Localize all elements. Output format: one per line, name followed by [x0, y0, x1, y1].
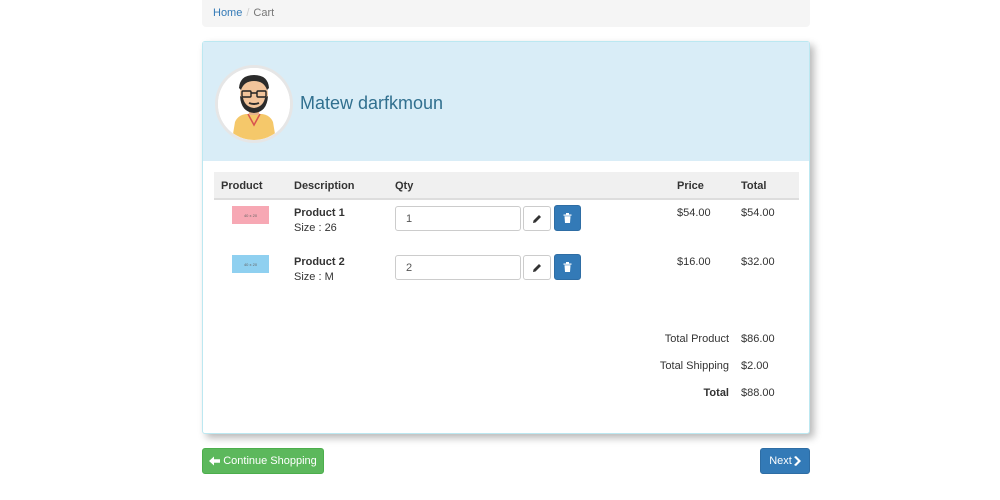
header-qty: Qty [395, 180, 414, 192]
total-label: Total [703, 387, 729, 399]
total-value: $88.00 [741, 387, 775, 399]
next-label: Next [769, 455, 792, 467]
product-thumbnail: 40 x 20 [232, 206, 269, 224]
avatar [215, 65, 293, 143]
header-total: Total [741, 180, 767, 192]
cart-table: Product Description Qty Price Total 40 x… [214, 172, 799, 298]
breadcrumb-separator: / [246, 7, 250, 19]
table-row: 40 x 20 Product 2 Size : M $16.00 $32.00 [214, 249, 799, 298]
header-product: Product [221, 180, 263, 192]
header-description: Description [294, 180, 355, 192]
cart-panel: Matew darfkmoun Product Description Qty … [202, 41, 810, 434]
trash-icon [563, 262, 572, 272]
pencil-icon [533, 214, 541, 223]
delete-button[interactable] [554, 205, 581, 231]
product-name: Product 2 [294, 256, 345, 268]
continue-shopping-button[interactable]: Continue Shopping [202, 448, 324, 474]
product-total: $32.00 [741, 256, 775, 268]
product-total: $54.00 [741, 207, 775, 219]
total-shipping-label: Total Shipping [659, 360, 729, 372]
product-price: $16.00 [677, 256, 711, 268]
total-product-label: Total Product [664, 333, 729, 345]
breadcrumb-home-link[interactable]: Home [213, 7, 242, 19]
header-price: Price [677, 180, 704, 192]
continue-shopping-label: Continue Shopping [223, 455, 317, 467]
table-row: 40 x 20 Product 1 Size : 26 $54.00 $54.0… [214, 200, 799, 249]
delete-button[interactable] [554, 254, 581, 280]
edit-button[interactable] [523, 255, 551, 280]
total-product-value: $86.00 [741, 333, 775, 345]
pencil-icon [533, 263, 541, 272]
user-header: Matew darfkmoun [203, 42, 809, 161]
total-shipping-value: $2.00 [741, 360, 769, 372]
breadcrumb-current: Cart [253, 7, 275, 19]
chevron-right-icon [793, 456, 801, 466]
arrow-left-icon [209, 456, 221, 466]
quantity-input[interactable] [395, 255, 521, 280]
thumbnail-label: 40 x 20 [243, 212, 258, 218]
trash-icon [563, 213, 572, 223]
product-size: Size : M [294, 271, 334, 283]
table-header: Product Description Qty Price Total [214, 172, 799, 200]
product-size: Size : 26 [294, 222, 337, 234]
quantity-input[interactable] [395, 206, 521, 231]
breadcrumb: Home / Cart [202, 0, 810, 27]
product-name: Product 1 [294, 207, 345, 219]
thumbnail-label: 40 x 20 [243, 261, 258, 267]
edit-button[interactable] [523, 206, 551, 231]
avatar-illustration [218, 68, 290, 140]
user-name: Matew darfkmoun [300, 93, 444, 113]
product-price: $54.00 [677, 207, 711, 219]
next-button[interactable]: Next [760, 448, 810, 474]
product-thumbnail: 40 x 20 [232, 255, 269, 273]
